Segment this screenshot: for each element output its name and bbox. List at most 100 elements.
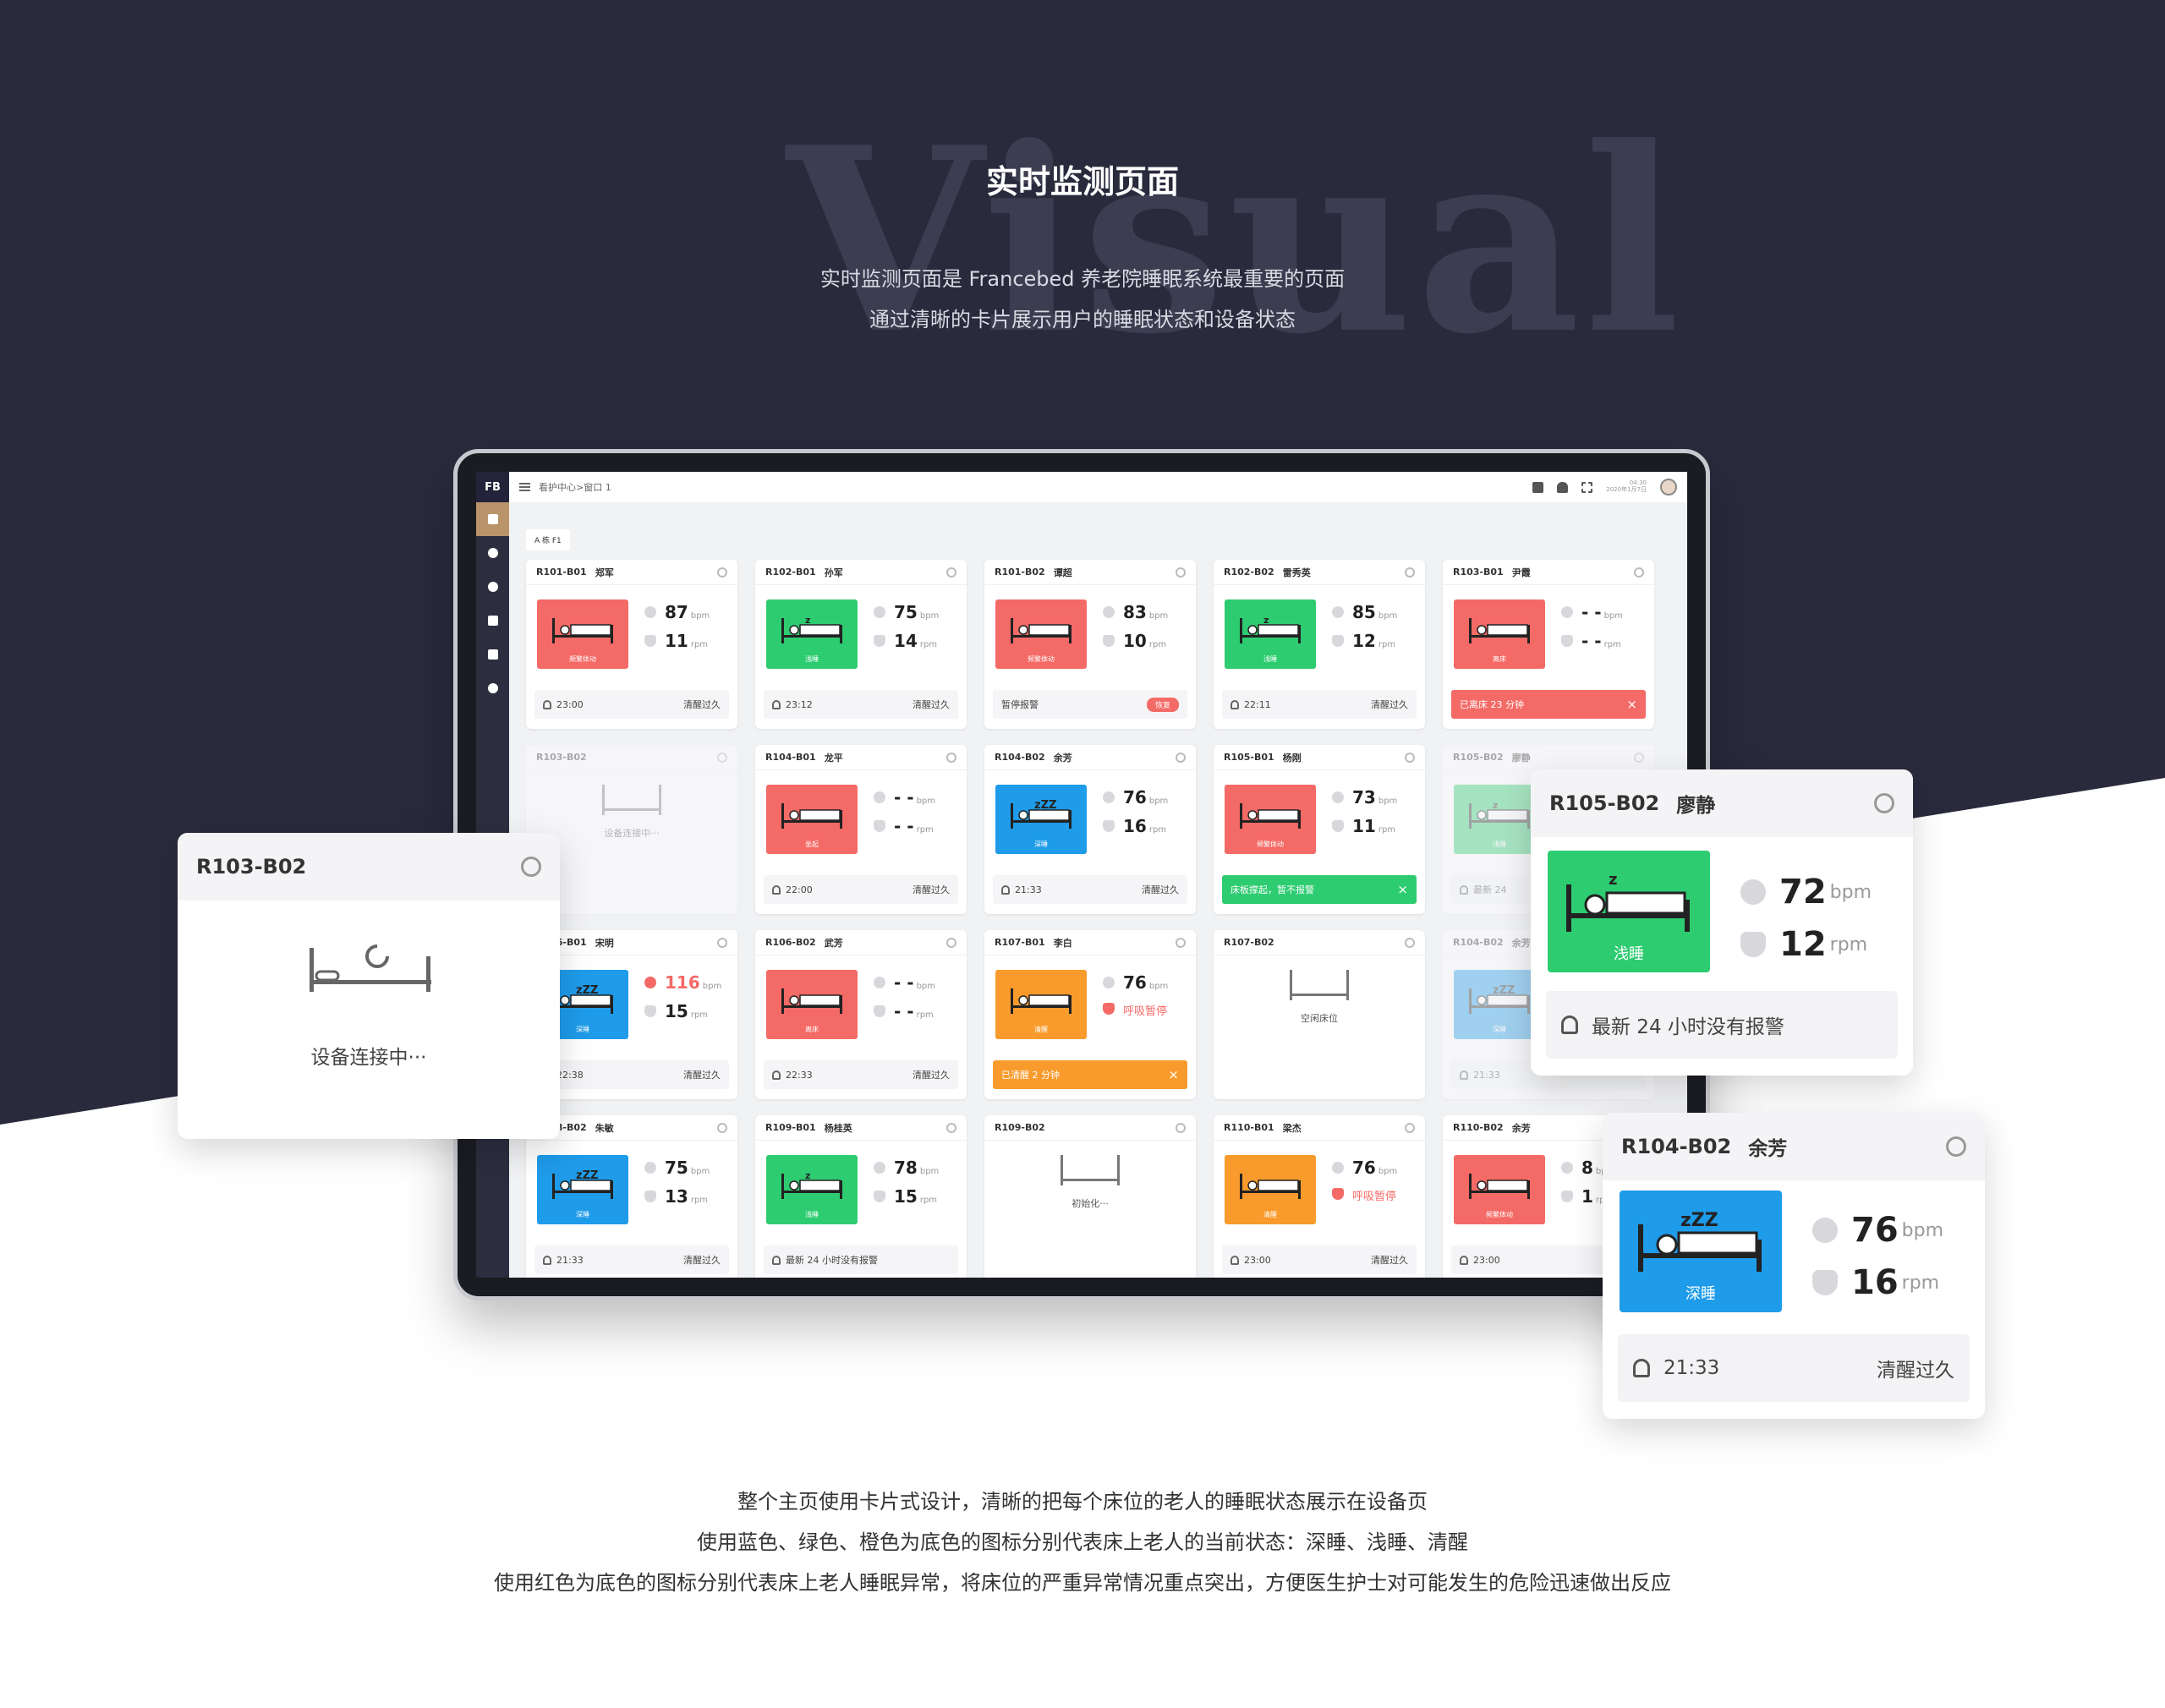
empty-state: 初始化···: [984, 1152, 1196, 1210]
card-footer: 22:33 清醒过久: [764, 1060, 958, 1089]
footer-line-1: 整个主页使用卡片式设计，清晰的把每个床位的老人的睡眠状态展示在设备页: [737, 1490, 1428, 1514]
sidebar-item-users[interactable]: [476, 570, 509, 604]
float-card-r105-b02[interactable]: R105-B02 廖静 z 浅睡 72 bpm 12 rpm 最新 24 小时没有报…: [1531, 769, 1913, 1076]
vitals: 87 bpm 11 rpm: [644, 604, 710, 661]
subtitle-line-2: 通过清晰的卡片展示用户的睡眠状态和设备状态: [869, 308, 1296, 331]
gear-icon[interactable]: [717, 752, 727, 763]
bell-icon[interactable]: [1557, 481, 1569, 493]
heart-icon: [1561, 1162, 1573, 1174]
gear-icon[interactable]: [1176, 937, 1186, 948]
bed-card[interactable]: R101-B02 谭超 频繁体动 83 bpm 10 rpm 暂停报警 恢复: [984, 560, 1196, 729]
bed-card[interactable]: R110-B01 梁杰 清醒 76 bpm 呼吸暂停 23:00 清醒过久: [1214, 1115, 1425, 1278]
footer-line-3: 使用红色为底色的图标分别代表床上老人睡眠异常，将床位的严重异常情况重点突出，方便…: [494, 1571, 1671, 1595]
heart-icon: [644, 1162, 656, 1174]
gear-icon[interactable]: [1405, 567, 1415, 578]
svg-text:zZZ: zZZ: [576, 1169, 598, 1182]
bed-card[interactable]: R108-B02 朱敏 zZZ 深睡 75 bpm 13 rpm 21:33 清醒过久: [526, 1115, 737, 1278]
gear-icon[interactable]: [946, 567, 956, 578]
bed-card[interactable]: R101-B01 郑军 频繁体动 87 bpm 11 rpm 23:00 清醒过久: [526, 560, 737, 729]
sleep-state-label: 清醒: [1034, 1026, 1048, 1033]
lung-icon: [1103, 820, 1115, 832]
gear-icon[interactable]: [946, 752, 956, 763]
bed-card[interactable]: R103-B01 尹霞 离床 - - bpm - - rpm 已离床 23 分钟 ×: [1443, 560, 1654, 729]
vitals: 76 bpm 呼吸暂停: [1103, 974, 1168, 1029]
lung-icon: [1103, 635, 1115, 647]
empty-state: 空闲床位: [1214, 967, 1425, 1025]
lung-icon: [1561, 635, 1573, 647]
bed-card[interactable]: R102-B02 雷秀英 z 浅睡 85 bpm 12 rpm 22:11 清醒过久: [1214, 560, 1425, 729]
sleep-state-label: 浅睡: [805, 655, 819, 663]
bed-card[interactable]: R107-B01 李白 清醒 76 bpm 呼吸暂停 已清醒 2 分钟 ×: [984, 930, 1196, 1099]
svg-text:zZZ: zZZ: [1034, 799, 1056, 812]
gear-icon[interactable]: [1634, 752, 1644, 763]
lung-icon: [644, 1191, 656, 1202]
gear-icon[interactable]: [1405, 1122, 1415, 1133]
sleep-state-label: 深睡: [1034, 840, 1048, 848]
vitals: 116 bpm 15 rpm: [644, 974, 721, 1032]
avatar[interactable]: [1660, 479, 1677, 495]
float-card-connecting[interactable]: R103-B02 设备连接中···: [178, 833, 560, 1139]
bed-card[interactable]: R107-B02 空闲床位: [1214, 930, 1425, 1099]
heart-icon: [1103, 606, 1115, 618]
lung-icon: [874, 1191, 885, 1202]
gear-icon[interactable]: [1176, 752, 1186, 763]
bed-id: R104-B01: [765, 752, 816, 763]
card-footer: 21:33 清醒过久: [993, 875, 1187, 904]
heart-icon: [1740, 879, 1766, 905]
gear-icon[interactable]: [717, 567, 727, 578]
bed-card[interactable]: R104-B02 余芳 zZZ 深睡 76 bpm 16 rpm 21:33 清醒过久: [984, 745, 1196, 914]
close-icon[interactable]: ×: [1626, 697, 1637, 712]
bed-id: R110-B01: [1224, 1122, 1274, 1133]
close-icon[interactable]: ×: [1397, 882, 1408, 897]
footer-line-2: 使用蓝色、绿色、橙色为底色的图标分别代表床上老人的当前状态：深睡、浅睡、清醒: [697, 1530, 1468, 1554]
gear-icon[interactable]: [717, 1122, 727, 1133]
bed-outline-icon: [1061, 1152, 1120, 1185]
bell-icon: [772, 699, 781, 709]
sleep-status-tile: zZZ 深睡: [995, 785, 1087, 854]
bell-icon: [1230, 1255, 1239, 1265]
sleep-status-tile: 频繁体动: [1225, 785, 1316, 854]
vitals: - - bpm - - rpm: [874, 789, 935, 846]
patient-name: 武芳: [824, 937, 843, 949]
sidebar-item-documents[interactable]: [476, 604, 509, 638]
menu-icon[interactable]: [519, 483, 530, 491]
fullscreen-icon[interactable]: [1581, 481, 1593, 493]
sidebar-item-history[interactable]: [476, 536, 509, 570]
heart-icon: [874, 791, 885, 803]
phone-icon[interactable]: [1532, 481, 1544, 493]
patient-name: 尹霞: [1511, 567, 1531, 578]
floor-tag[interactable]: A 栋 F1: [526, 529, 570, 550]
gear-icon[interactable]: [717, 937, 727, 948]
bed-id: R101-B01: [536, 567, 587, 578]
sidebar-item-settings[interactable]: [476, 671, 509, 705]
gear-icon[interactable]: [1405, 937, 1415, 948]
gear-icon[interactable]: [946, 1122, 956, 1133]
sleep-state-label: 清醒: [1263, 1211, 1277, 1218]
gear-icon[interactable]: [946, 937, 956, 948]
gear-icon[interactable]: [1874, 793, 1894, 813]
bed-card[interactable]: R102-B01 孙军 z 浅睡 75 bpm 14 rpm 23:12 清醒过久: [755, 560, 967, 729]
bed-id: R104-B02: [1453, 937, 1504, 948]
alert-banner: 已离床 23 分钟 ×: [1451, 690, 1646, 719]
bed-card[interactable]: R109-B02 初始化···: [984, 1115, 1196, 1278]
gear-icon[interactable]: [1946, 1136, 1966, 1157]
bed-card[interactable]: R106-B02 武芳 离床 - - bpm - - rpm 22:33 清醒过久: [755, 930, 967, 1099]
user-icon: [487, 582, 498, 592]
gear-icon[interactable]: [1176, 567, 1186, 578]
resume-button[interactable]: 恢复: [1146, 697, 1179, 712]
gear-icon[interactable]: [521, 857, 541, 877]
sidebar-item-reports[interactable]: [476, 638, 509, 671]
bell-icon: [1001, 884, 1010, 895]
lung-icon: [1332, 635, 1344, 647]
gear-icon[interactable]: [1405, 752, 1415, 763]
lung-icon: [874, 635, 885, 647]
bed-card[interactable]: R105-B01 杨刚 频繁体动 73 bpm 11 rpm 床板撑起，暂不报警 ×: [1214, 745, 1425, 914]
sidebar-item-monitor[interactable]: [476, 502, 509, 536]
bed-card[interactable]: R104-B01 龙平 坐起 - - bpm - - rpm 22:00 清醒过久: [755, 745, 967, 914]
gear-icon[interactable]: [1634, 567, 1644, 578]
gear-icon[interactable]: [1176, 1122, 1186, 1133]
float-card-r104-b02[interactable]: R104-B02 余芳 zZZ 深睡 76 bpm 16 rpm 21:33 清醒过…: [1603, 1113, 1985, 1419]
close-icon[interactable]: ×: [1168, 1067, 1179, 1082]
sleep-status-tile: z 浅睡: [1225, 599, 1316, 669]
bed-card[interactable]: R109-B01 杨桂英 z 浅睡 78 bpm 15 rpm 最新 24 小时没有报警: [755, 1115, 967, 1278]
